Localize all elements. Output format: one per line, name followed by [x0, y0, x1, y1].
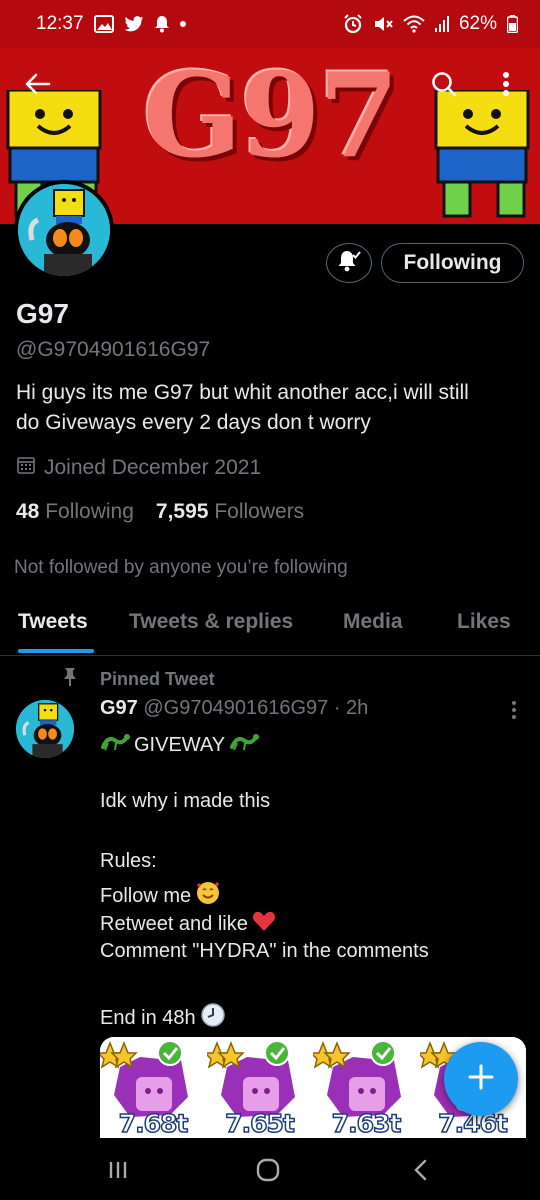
status-bar: 12:37 62% — [0, 0, 540, 48]
red-heart-emoji-icon — [252, 910, 276, 938]
tweet-header: G97 @G9704901616G97 · 2h — [100, 697, 368, 720]
twitter-bird-icon — [124, 15, 144, 33]
active-tab-indicator — [18, 649, 94, 653]
tweet-handle-time: @G9704901616G97 · 2h — [143, 697, 369, 719]
following-button[interactable]: Following — [381, 243, 524, 283]
tweet-text-line: Retweet and like — [100, 910, 276, 938]
recent-apps-icon[interactable] — [88, 1150, 148, 1190]
tweet-text-line: Rules: — [100, 850, 157, 872]
tweet-text-line: Comment "HYDRA" in the comments — [100, 940, 429, 962]
banner-title: G97 — [142, 48, 400, 184]
pinned-text: Pinned Tweet — [100, 669, 215, 689]
joined-text: Joined December 2021 — [44, 456, 262, 479]
battery-percent: 62% — [458, 13, 497, 34]
media-tile-label: 7.63t — [331, 1108, 402, 1138]
wifi-icon — [403, 15, 425, 33]
tab-likes[interactable]: Likes — [457, 610, 511, 634]
tweet-more-icon[interactable] — [504, 696, 524, 724]
tweet-text-line: Follow me — [100, 880, 221, 912]
bell-check-icon — [336, 248, 362, 279]
gallery-icon — [93, 15, 114, 33]
tab-tweets[interactable]: Tweets — [18, 610, 88, 634]
media-tile: 7.68t — [100, 1037, 207, 1138]
lizard-emoji-icon — [100, 731, 130, 759]
tab-tweets-replies[interactable]: Tweets & replies — [129, 610, 293, 634]
battery-icon — [507, 15, 518, 33]
dot-indicator-icon — [179, 21, 186, 27]
user-handle: @G9704901616G97 — [16, 338, 211, 361]
tweet-author-avatar[interactable] — [16, 700, 74, 758]
followers-count: 7,595 — [155, 500, 209, 523]
alarm-icon — [343, 14, 363, 34]
tweet-rule-follow: Follow me — [100, 884, 192, 907]
following-count-link[interactable]: 48 Following — [16, 500, 134, 524]
media-tile: 7.63t — [309, 1037, 420, 1138]
mute-icon — [373, 15, 393, 33]
notification-toggle-button[interactable] — [326, 243, 372, 283]
tweet-title: GIVEWAY — [100, 731, 260, 759]
media-tile-label: 7.68t — [118, 1108, 189, 1138]
tweet-title-text: GIVEWAY — [134, 733, 226, 756]
home-icon[interactable] — [238, 1150, 298, 1190]
followers-count-link[interactable]: 7,595 Followers — [156, 500, 304, 524]
clock-emoji-icon — [200, 1002, 226, 1034]
profile-avatar[interactable] — [14, 180, 114, 280]
profile-bio: Hi guys its me G97 but whit another acc,… — [16, 378, 531, 438]
tweet-end-time: End in 48h — [100, 1006, 196, 1029]
tweet-author-name[interactable]: G97 — [100, 697, 138, 719]
tab-media[interactable]: Media — [343, 610, 403, 634]
plus-icon — [468, 1064, 494, 1095]
profile-tabs: Tweets Tweets & replies Media Likes — [0, 598, 540, 656]
search-icon[interactable] — [422, 62, 466, 106]
pinned-tweet-label: Pinned Tweet — [62, 667, 215, 692]
smiling-hearts-emoji-icon — [195, 880, 221, 912]
pin-icon — [62, 667, 78, 692]
media-tile: 7.65t — [202, 1037, 313, 1138]
signal-icon — [434, 16, 449, 32]
notification-bell-icon — [154, 15, 170, 33]
following-label: Following — [45, 500, 134, 523]
lizard-emoji-icon — [229, 731, 260, 759]
display-name: G97 — [16, 298, 69, 329]
follow-counts: 48 Following 7,595 Followers — [16, 500, 304, 524]
tweet-text-line: End in 48h — [100, 1002, 226, 1034]
status-time: 12:37 — [36, 13, 84, 34]
back-arrow-icon[interactable] — [16, 62, 60, 106]
joined-date: Joined December 2021 — [16, 455, 261, 481]
media-tile-label: 7.65t — [224, 1108, 295, 1138]
more-vertical-icon[interactable] — [484, 62, 528, 106]
not-followed-notice: Not followed by anyone you’re following — [14, 557, 348, 578]
calendar-icon — [16, 455, 36, 481]
system-nav-bar — [0, 1138, 540, 1200]
bio-line: do Giveways every 2 days don t worry — [16, 411, 371, 434]
tweet-rule-retweet: Retweet and like — [100, 912, 248, 935]
tweet-text-line: Idk why i made this — [100, 790, 271, 812]
compose-tweet-button[interactable] — [444, 1042, 518, 1116]
back-nav-icon[interactable] — [390, 1150, 450, 1190]
banner-character-right — [428, 88, 540, 224]
followers-label: Followers — [214, 500, 305, 523]
following-count: 48 — [16, 500, 40, 523]
bio-line: Hi guys its me G97 but whit another acc,… — [16, 381, 469, 404]
